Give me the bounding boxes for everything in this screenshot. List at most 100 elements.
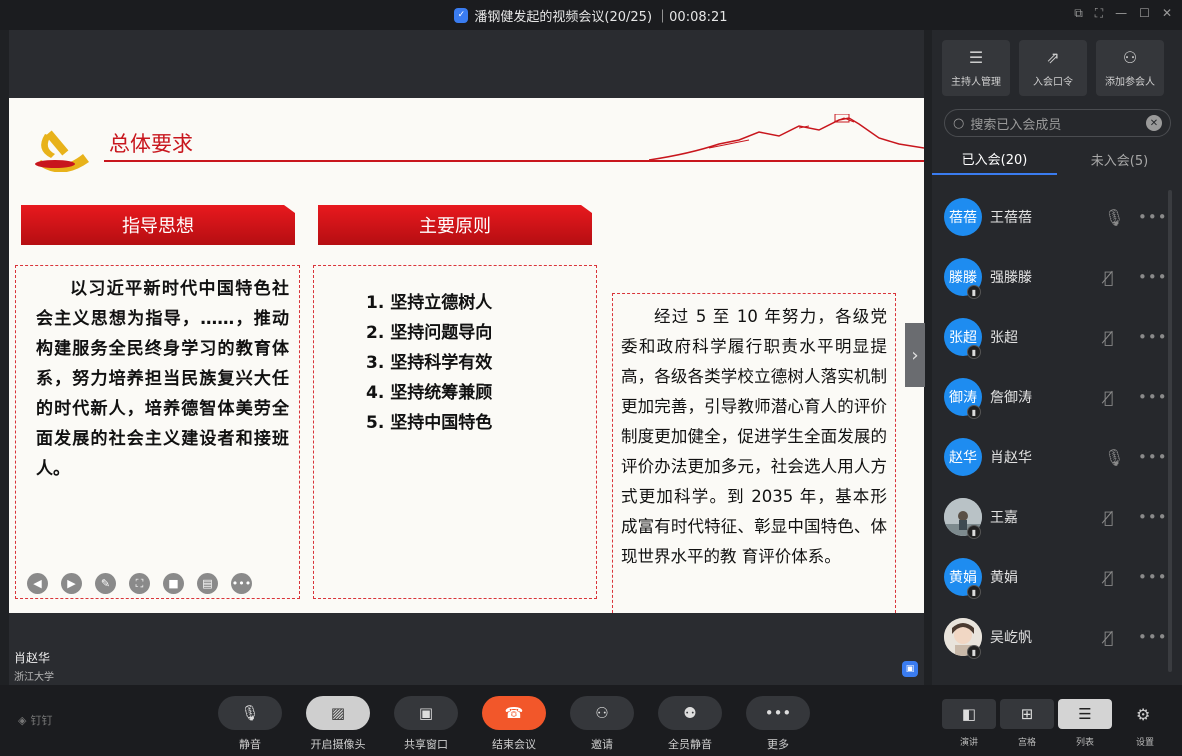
member-name: 张超	[990, 330, 1018, 346]
member-name: 王蓓蓓	[990, 210, 1032, 226]
party-emblem-icon	[35, 130, 89, 172]
microphone-muted-icon[interactable]: 🎙̸	[1104, 388, 1114, 407]
focus-icon[interactable]: ⛶	[129, 573, 150, 594]
fullscreen-icon[interactable]: ⛶	[1095, 6, 1103, 21]
microphone-muted-icon[interactable]: 🎙̸	[1104, 268, 1114, 287]
view-speaker-button[interactable]: ◧	[942, 699, 996, 729]
host-management-label: 主持人管理	[951, 77, 1001, 88]
microphone-muted-icon[interactable]: 🎙̸	[1104, 508, 1114, 527]
add-user-icon: ⚇	[570, 696, 634, 730]
chat-icon[interactable]: ▣	[902, 661, 918, 677]
camera-icon[interactable]: ■	[163, 573, 184, 594]
list-item[interactable]: 御涛 ▮ 詹御涛 🎙̸ •••	[932, 367, 1182, 427]
share-window-button[interactable]: ▣ 共享窗口	[394, 696, 458, 752]
more-button[interactable]: ••• 更多	[746, 696, 810, 752]
mute-all-icon: ⚉	[658, 696, 722, 730]
brand: ◈ 钉钉	[18, 712, 52, 728]
next-page-button[interactable]: ›	[905, 323, 925, 387]
lock-icon: ✓	[454, 7, 469, 23]
end-meeting-button[interactable]: ☎ 结束会议	[482, 696, 546, 752]
principle-item: 5. 坚持中国特色	[366, 413, 493, 433]
mobile-badge-icon: ▮	[967, 285, 981, 299]
microphone-muted-icon[interactable]: 🎙̸	[1104, 628, 1114, 647]
invite-label: 邀请	[591, 738, 613, 751]
float-window-icon[interactable]: ⧉	[1074, 6, 1083, 21]
list-item[interactable]: 赵华 肖赵华 🎙 •••	[932, 427, 1182, 487]
gear-icon[interactable]: ⚙	[1136, 705, 1150, 724]
view-grid-label: 宫格	[1017, 738, 1036, 748]
list-item[interactable]: ▮ 王嘉 🎙̸ •••	[932, 487, 1182, 547]
mobile-badge-icon: ▮	[967, 405, 981, 419]
camera-button[interactable]: ▨ 开启摄像头	[306, 696, 370, 752]
more-icon[interactable]: •••	[1138, 508, 1168, 526]
more-icon[interactable]: •••	[1138, 328, 1168, 346]
list-item[interactable]: 蓓蓓 王蓓蓓 🎙 •••	[932, 187, 1182, 247]
title-wrap: ✓ 潘钢健发起的视频会议(20/25) ｜00:08:21	[454, 6, 728, 25]
tab-not-joined[interactable]: 未入会(5)	[1057, 143, 1182, 175]
more-icon[interactable]: •••	[1138, 448, 1168, 466]
microphone-icon[interactable]: 🎙	[1104, 208, 1124, 227]
search-placeholder: 搜索已入会成员	[970, 117, 1062, 133]
more-options-icon[interactable]: •••	[231, 573, 252, 594]
microphone-muted-icon[interactable]: 🎙̸	[1104, 568, 1114, 587]
minimize-icon[interactable]: —	[1115, 6, 1127, 21]
add-participant-button[interactable]: ⚇ 添加参会人	[1096, 40, 1164, 96]
title-bar: ✓ 潘钢健发起的视频会议(20/25) ｜00:08:21 ⧉ ⛶ — ☐ ✕	[0, 0, 1182, 30]
more-icon[interactable]: •••	[1138, 628, 1168, 646]
more-icon[interactable]: •••	[1138, 388, 1168, 406]
pen-icon[interactable]: ✎	[95, 573, 116, 594]
member-name: 王嘉	[990, 510, 1018, 526]
list-item[interactable]: 黄娟 ▮ 黄娟 🎙̸ •••	[932, 547, 1182, 607]
more-icon[interactable]: •••	[1138, 268, 1168, 286]
more-icon[interactable]: •••	[1138, 208, 1168, 226]
view-list-button[interactable]: ☰	[1058, 699, 1112, 729]
invite-button[interactable]: ⚇ 邀请	[570, 696, 634, 752]
mute-all-label: 全员静音	[668, 738, 712, 751]
camera-label: 开启摄像头	[310, 738, 366, 751]
member-tabs: 已入会(20) 未入会(5)	[932, 143, 1182, 175]
speaker-layout-icon: ◧	[961, 705, 977, 723]
more-icon[interactable]: •••	[1138, 568, 1168, 586]
member-search-input[interactable]: ○ 搜索已入会成员 ✕	[944, 109, 1171, 137]
dingtalk-logo-icon: ◈	[18, 713, 27, 727]
previous-slide-icon[interactable]: ◀	[27, 573, 48, 594]
close-icon[interactable]: ✕	[1162, 6, 1172, 21]
meeting-passcode-button[interactable]: ⇗ 入会口令	[1019, 40, 1087, 96]
slide-title: 总体要求	[109, 132, 193, 156]
search-icon: ○	[953, 115, 965, 131]
hang-up-icon: ☎	[482, 696, 546, 730]
tab-joined[interactable]: 已入会(20)	[932, 143, 1057, 175]
meeting-window: ✓ 潘钢健发起的视频会议(20/25) ｜00:08:21 ⧉ ⛶ — ☐ ✕ …	[0, 0, 1182, 756]
microphone-muted-icon[interactable]: 🎙̸	[1104, 328, 1114, 347]
subtitle-icon[interactable]: ▤	[197, 573, 218, 594]
list-layout-icon: ☰	[1078, 705, 1092, 723]
maximize-icon[interactable]: ☐	[1139, 6, 1150, 21]
add-user-icon: ⚇	[1122, 48, 1138, 67]
next-slide-icon[interactable]: ▶	[61, 573, 82, 594]
principles-box: 1. 坚持立德树人 2. 坚持问题导向 3. 坚持科学有效 4. 坚持统筹兼顾 …	[313, 265, 597, 599]
microphone-icon[interactable]: 🎙	[1104, 448, 1124, 467]
mute-label: 静音	[239, 738, 261, 751]
view-grid-button[interactable]: ⊞	[1000, 699, 1054, 729]
mute-button[interactable]: 🎙 静音	[218, 696, 282, 752]
share-screen-icon: ▣	[394, 696, 458, 730]
panel-actions: ☰ 主持人管理 ⇗ 入会口令 ⚇ 添加参会人	[932, 30, 1182, 96]
host-management-button[interactable]: ☰ 主持人管理	[942, 40, 1010, 96]
participants-panel: ☰ 主持人管理 ⇗ 入会口令 ⚇ 添加参会人 ○ 搜索已入会成员 ✕ 已入会(2…	[932, 30, 1182, 685]
mute-all-button[interactable]: ⚉ 全员静音	[658, 696, 722, 752]
member-name: 吴屹帆	[990, 630, 1032, 646]
microphone-icon: 🎙	[218, 696, 282, 730]
great-wall-illustration	[649, 114, 924, 161]
list-item[interactable]: 滕滕 ▮ 强滕滕 🎙̸ •••	[932, 247, 1182, 307]
list-item[interactable]: ▮ 吴屹帆 🎙̸ •••	[932, 607, 1182, 667]
list-item[interactable]: 张超 ▮ 张超 🎙̸ •••	[932, 307, 1182, 367]
member-list-scrollbar[interactable]	[1168, 190, 1172, 672]
more-label: 更多	[767, 738, 789, 751]
avatar: 赵华	[944, 438, 982, 476]
clear-search-icon[interactable]: ✕	[1146, 115, 1162, 131]
grid-layout-icon: ⊞	[1020, 705, 1034, 723]
add-participant-label: 添加参会人	[1105, 77, 1155, 88]
view-speaker-label: 演讲	[959, 738, 978, 748]
principle-item: 2. 坚持问题导向	[366, 323, 493, 343]
brand-name: 钉钉	[30, 714, 53, 727]
